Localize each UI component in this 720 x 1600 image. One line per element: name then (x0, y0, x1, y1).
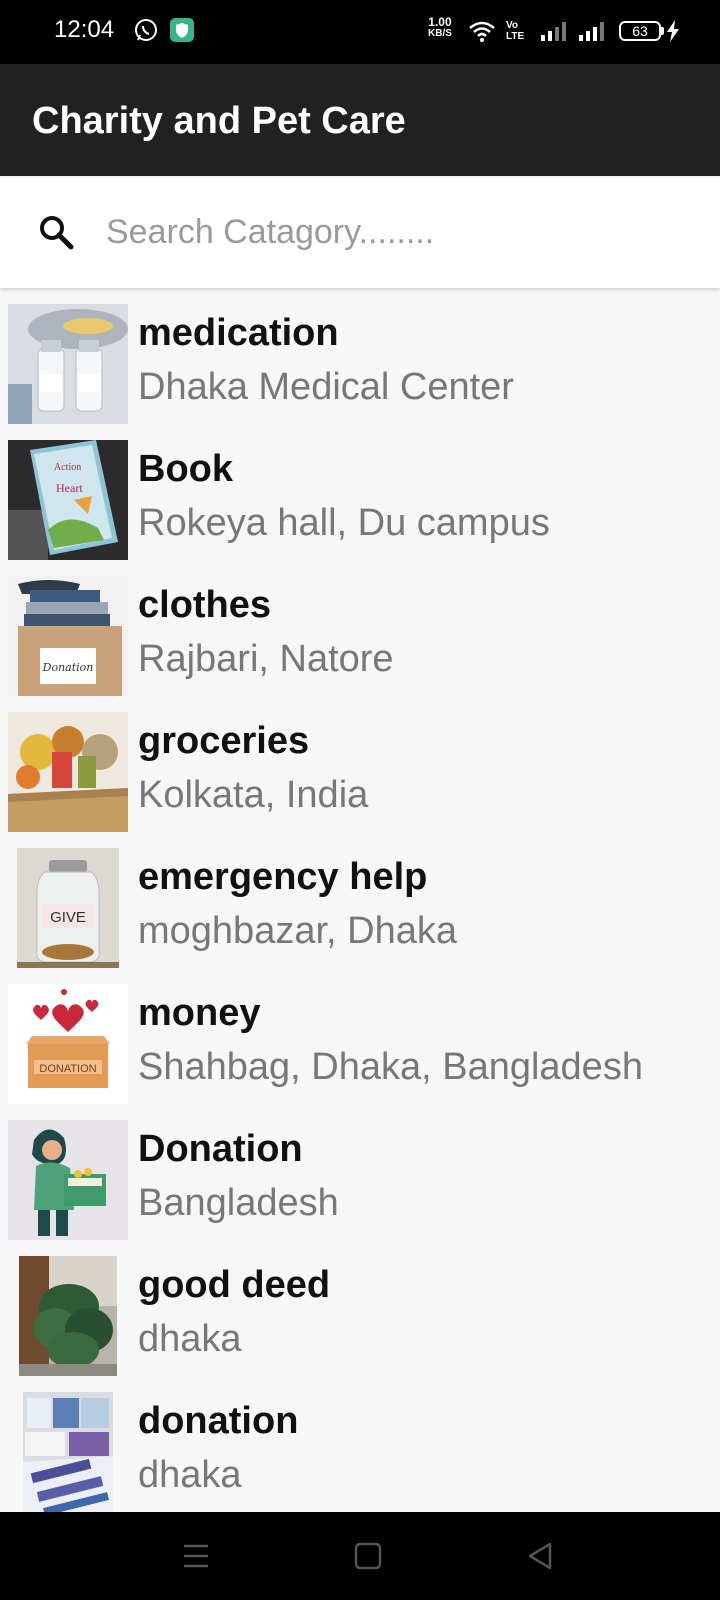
item-subtitle: Rokeya hall, Du campus (138, 502, 550, 544)
donation-box-hearts-image: DONATION (8, 984, 128, 1104)
svg-text:Action: Action (54, 462, 81, 473)
item-title: medication (138, 312, 339, 354)
search-icon[interactable] (38, 214, 74, 255)
item-subtitle: Kolkata, India (138, 774, 369, 816)
wifi-icon (468, 20, 496, 47)
donated-supplies-image (23, 1392, 113, 1512)
item-title: good deed (138, 1264, 331, 1306)
item-title: money (138, 992, 261, 1034)
item-subtitle: Dhaka Medical Center (138, 366, 514, 408)
shield-app-icon (170, 18, 194, 47)
give-jar-image: GIVE (17, 848, 119, 968)
item-title: groceries (138, 720, 310, 762)
item-subtitle: Rajbari, Natore (138, 638, 394, 680)
list-item[interactable]: DONATION money Shahbag, Dhaka, Banglades… (0, 970, 720, 1106)
item-subtitle: moghbazar, Dhaka (138, 910, 457, 952)
category-list[interactable]: medication Dhaka Medical Center Action H… (0, 290, 720, 1512)
item-subtitle: Shahbag, Dhaka, Bangladesh (138, 1046, 643, 1088)
list-item[interactable]: Donation Bangladesh (0, 1106, 720, 1242)
search-bar[interactable] (0, 178, 720, 288)
search-input[interactable] (106, 206, 686, 258)
list-item[interactable]: Donation clothes Rajbari, Natore (0, 562, 720, 698)
list-item[interactable]: medication Dhaka Medical Center (0, 290, 720, 426)
book-image: Action Heart (8, 440, 128, 560)
woman-holding-donation-box-image (8, 1120, 128, 1240)
home-icon[interactable] (352, 1540, 384, 1572)
list-item[interactable]: groceries Kolkata, India (0, 698, 720, 834)
net-speed-value: 1.00 (428, 15, 452, 29)
image-text: GIVE (50, 909, 86, 926)
image-text: Donation (42, 661, 94, 674)
system-nav-bar (0, 1512, 720, 1600)
network-speed: 1.00 KB/S (428, 16, 452, 40)
svg-text:Heart: Heart (56, 481, 83, 495)
list-item[interactable]: good deed dhaka (0, 1242, 720, 1378)
menu-icon[interactable] (180, 1540, 212, 1572)
signal-icon (540, 20, 568, 47)
item-title: clothes (138, 584, 272, 626)
item-subtitle: dhaka (138, 1454, 242, 1496)
image-text: DONATION (39, 1063, 96, 1075)
medicine-vials-image (8, 304, 128, 424)
page-title: Charity and Pet Care (32, 100, 406, 142)
charging-icon (666, 20, 680, 47)
list-item[interactable]: GIVE emergency help moghbazar, Dhaka (0, 834, 720, 970)
battery-nub (661, 27, 664, 35)
status-bar: 12:04 1.00 KB/S Vo LTE 63 (0, 0, 720, 64)
list-item[interactable]: donation dhaka (0, 1378, 720, 1512)
clothes-donation-box-image: Donation (8, 576, 128, 696)
item-title: Donation (138, 1128, 303, 1170)
volte-icon: Vo LTE (506, 20, 525, 42)
groceries-box-image (8, 712, 128, 832)
whatsapp-icon (134, 18, 158, 47)
net-speed-unit: KB/S (428, 28, 452, 39)
battery-icon: 63 (619, 21, 661, 41)
item-subtitle: Bangladesh (138, 1182, 339, 1224)
item-title: donation (138, 1400, 299, 1442)
back-icon[interactable] (524, 1540, 556, 1572)
item-title: Book (138, 448, 233, 490)
list-item[interactable]: Action Heart Book Rokeya hall, Du campus (0, 426, 720, 562)
signal-icon (578, 20, 606, 47)
item-subtitle: dhaka (138, 1318, 242, 1360)
item-title: emergency help (138, 856, 428, 898)
status-time: 12:04 (54, 16, 115, 43)
app-bar: Charity and Pet Care (0, 64, 720, 176)
house-plant-image (19, 1256, 117, 1376)
